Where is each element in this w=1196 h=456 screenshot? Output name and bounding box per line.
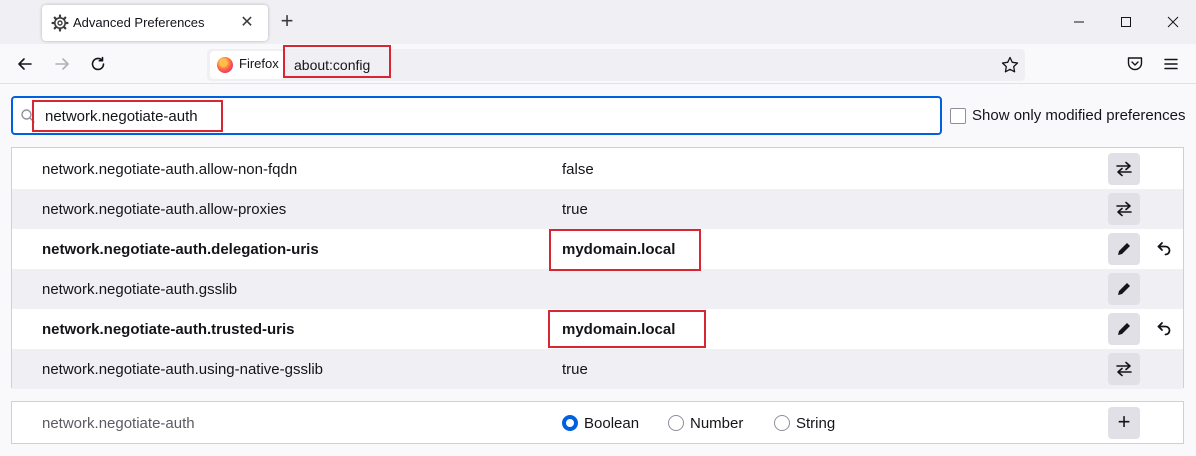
back-arrow-icon[interactable] (14, 53, 36, 75)
menu-icon[interactable] (1161, 54, 1181, 74)
edit-pencil-icon (1118, 323, 1130, 335)
radio-number[interactable] (668, 415, 684, 431)
search-input[interactable] (45, 104, 925, 128)
table-row: network.negotiate-auth.allow-proxies tru… (12, 189, 1183, 229)
new-tab-button[interactable]: + (276, 10, 298, 32)
gear-icon (51, 14, 69, 32)
pref-name: network.negotiate-auth.allow-non-fqdn (42, 161, 298, 178)
window-close-icon[interactable] (1163, 12, 1183, 32)
radio-string[interactable] (774, 415, 790, 431)
show-modified-label: Show only modified preferences (972, 107, 1186, 124)
toggle-icon (1116, 201, 1132, 217)
show-modified-checkbox[interactable] (950, 108, 966, 124)
pref-name: network.negotiate-auth.delegation-uris (42, 241, 319, 258)
edit-button[interactable] (1108, 233, 1140, 265)
pref-name: network.negotiate-auth.allow-proxies (42, 201, 287, 218)
tab-advanced-preferences[interactable]: Advanced Preferences ✕ (42, 5, 268, 41)
add-preference-row: network.negotiate-auth Boolean Number St… (11, 401, 1184, 444)
table-row: network.negotiate-auth.using-native-gssl… (12, 349, 1183, 389)
search-icon (21, 109, 35, 123)
tab-title: Advanced Preferences (73, 15, 205, 30)
preferences-table: network.negotiate-auth.allow-non-fqdn fa… (11, 147, 1184, 389)
pref-value: mydomain.local (562, 321, 676, 338)
radio-boolean[interactable] (562, 415, 578, 431)
tab-strip: Advanced Preferences ✕ + (0, 0, 1196, 44)
reset-undo-icon[interactable] (1154, 239, 1174, 259)
pref-value: false (562, 161, 594, 178)
preference-search-box[interactable] (11, 96, 942, 135)
pref-name: network.negotiate-auth.gsslib (42, 281, 238, 298)
firefox-logo-icon (217, 57, 233, 73)
table-row: network.negotiate-auth.gsslib (12, 269, 1183, 309)
bookmark-star-icon[interactable] (1000, 55, 1020, 75)
identity-label: Firefox (239, 56, 279, 71)
reload-icon[interactable] (87, 53, 109, 75)
toggle-button[interactable] (1108, 153, 1140, 185)
forward-arrow-icon[interactable] (51, 53, 73, 75)
table-row: network.negotiate-auth.delegation-uris m… (12, 229, 1183, 269)
toggle-button[interactable] (1108, 353, 1140, 385)
maximize-icon[interactable] (1116, 12, 1136, 32)
radio-string-label: String (796, 415, 836, 432)
table-row: network.negotiate-auth.allow-non-fqdn fa… (12, 149, 1183, 189)
url-text[interactable]: about:config (294, 57, 370, 73)
pocket-icon[interactable] (1125, 54, 1145, 74)
edit-button[interactable] (1108, 273, 1140, 305)
close-icon[interactable]: ✕ (238, 14, 256, 32)
pref-value: true (562, 201, 588, 218)
identity-box[interactable]: Firefox (210, 51, 284, 79)
navigation-bar: Firefox about:config (0, 44, 1196, 84)
edit-button[interactable] (1108, 313, 1140, 345)
edit-pencil-icon (1118, 243, 1130, 255)
url-bar[interactable]: Firefox about:config (207, 49, 1025, 81)
pref-name: network.negotiate-auth.using-native-gssl… (42, 361, 323, 378)
toggle-button[interactable] (1108, 193, 1140, 225)
new-pref-name: network.negotiate-auth (42, 415, 195, 432)
reset-undo-icon[interactable] (1154, 319, 1174, 339)
radio-boolean-label: Boolean (584, 415, 640, 432)
table-row: network.negotiate-auth.trusted-uris mydo… (12, 309, 1183, 349)
pref-value: true (562, 361, 588, 378)
pref-value: mydomain.local (562, 241, 676, 258)
minimize-icon[interactable] (1069, 12, 1089, 32)
add-preference-button[interactable]: + (1108, 407, 1140, 439)
radio-number-label: Number (690, 415, 744, 432)
pref-name: network.negotiate-auth.trusted-uris (42, 321, 295, 338)
toggle-icon (1116, 361, 1132, 377)
toggle-icon (1116, 161, 1132, 177)
edit-pencil-icon (1118, 283, 1130, 295)
